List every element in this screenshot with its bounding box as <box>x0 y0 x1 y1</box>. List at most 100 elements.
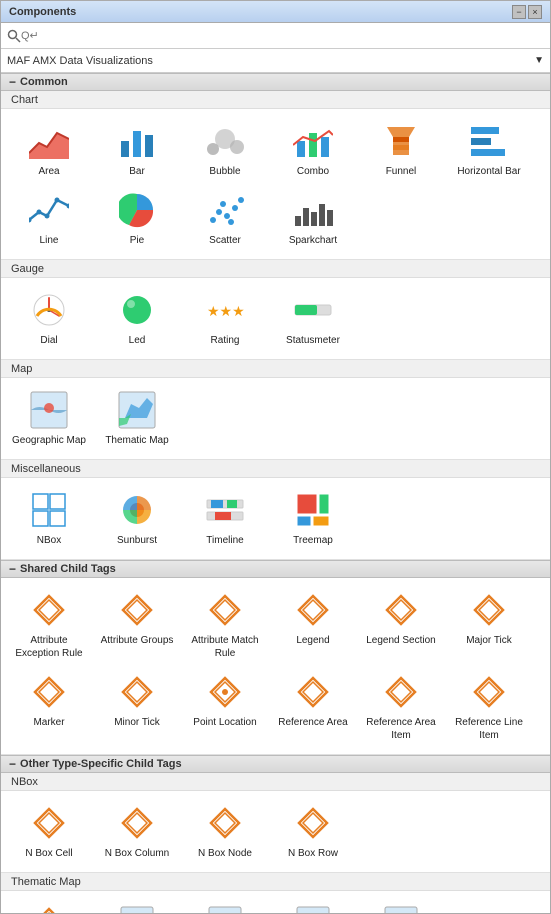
misc-grid: NBox Sunburst <box>1 478 550 560</box>
treemap-icon <box>293 490 333 530</box>
reference-area-item-icon <box>381 672 421 712</box>
dropdown-bar[interactable]: MAF AMX Data Visualizations ▼ <box>1 49 550 73</box>
item-area-data-layer[interactable]: Area Data Layer <box>93 897 181 913</box>
title-bar: Components − × <box>1 1 550 23</box>
item-dial[interactable]: Dial <box>5 284 93 353</box>
timeline-icon <box>205 490 245 530</box>
item-legend-section[interactable]: Legend Section <box>357 584 445 666</box>
item-combo[interactable]: Combo <box>269 115 357 184</box>
combo-icon <box>293 121 333 161</box>
attribute-match-rule-icon <box>205 590 245 630</box>
marker-label: Marker <box>33 716 64 729</box>
legend-icon <box>293 590 333 630</box>
attribute-exception-rule-label: Attribute Exception Rule <box>9 634 89 660</box>
pie-label: Pie <box>130 234 144 247</box>
nbox-icon <box>29 490 69 530</box>
area-location-icon <box>293 903 333 913</box>
area-data-layer-icon <box>117 903 157 913</box>
item-funnel[interactable]: Funnel <box>357 115 445 184</box>
geographic-map-icon <box>29 390 69 430</box>
item-geographic-map[interactable]: Geographic Map <box>5 384 93 453</box>
item-pie[interactable]: Pie <box>93 184 181 253</box>
attribute-match-rule-label: Attribute Match Rule <box>185 634 265 660</box>
item-n-box-column[interactable]: N Box Column <box>93 797 181 866</box>
treemap-label: Treemap <box>293 534 333 547</box>
sparkchart-label: Sparkchart <box>289 234 337 247</box>
rating-label: Rating <box>211 334 240 347</box>
item-horizontal-bar[interactable]: Horizontal Bar <box>445 115 533 184</box>
subsection-miscellaneous-label: Miscellaneous <box>11 463 81 475</box>
attribute-groups-label: Attribute Groups <box>101 634 174 647</box>
item-sunburst[interactable]: Sunburst <box>93 484 181 553</box>
item-nbox[interactable]: NBox <box>5 484 93 553</box>
item-legend[interactable]: Legend <box>269 584 357 666</box>
item-minor-tick[interactable]: Minor Tick <box>93 666 181 748</box>
item-attribute-exception-rule[interactable]: Attribute Exception Rule <box>5 584 93 666</box>
item-reference-area[interactable]: Reference Area <box>269 666 357 748</box>
item-n-box-node[interactable]: N Box Node <box>181 797 269 866</box>
thematic-map-icon <box>117 390 157 430</box>
section-shared-child-tags[interactable]: Shared Child Tags <box>1 560 550 578</box>
search-input[interactable] <box>21 30 544 42</box>
svg-text:★★★: ★★★ <box>207 303 245 319</box>
item-sparkchart[interactable]: Sparkchart <box>269 184 357 253</box>
item-treemap[interactable]: Treemap <box>269 484 357 553</box>
timeline-label: Timeline <box>206 534 243 547</box>
close-button[interactable]: × <box>528 5 542 19</box>
section-common[interactable]: Common <box>1 73 550 91</box>
area-layer-icon <box>205 903 245 913</box>
window-title: Components <box>9 6 76 18</box>
item-attribute-match-rule[interactable]: Attribute Match Rule <box>181 584 269 666</box>
dial-icon <box>29 290 69 330</box>
reference-line-item-icon <box>469 672 509 712</box>
item-rating[interactable]: ★★★ Rating <box>181 284 269 353</box>
item-line[interactable]: Line <box>5 184 93 253</box>
item-reference-line-item[interactable]: Reference Line Item <box>445 666 533 748</box>
horizontal-bar-icon <box>469 121 509 161</box>
item-n-box-cell[interactable]: N Box Cell <box>5 797 93 866</box>
line-icon <box>29 190 69 230</box>
minor-tick-label: Minor Tick <box>114 716 160 729</box>
legend-section-icon <box>381 590 421 630</box>
item-marker[interactable]: Marker <box>5 666 93 748</box>
bubble-icon <box>205 121 245 161</box>
item-n-box-row[interactable]: N Box Row <box>269 797 357 866</box>
area-icon <box>29 121 69 161</box>
subsection-nbox-sub: NBox <box>1 773 550 791</box>
item-major-tick[interactable]: Major Tick <box>445 584 533 666</box>
n-box-column-label: N Box Column <box>105 847 169 860</box>
item-area-location[interactable]: Area Location <box>269 897 357 913</box>
item-area-tm[interactable]: Area <box>5 897 93 913</box>
n-box-node-icon <box>205 803 245 843</box>
chart-grid: Area Bar <box>1 109 550 260</box>
statusmeter-label: Statusmeter <box>286 334 340 347</box>
minimize-button[interactable]: − <box>512 5 526 19</box>
reference-area-icon <box>293 672 333 712</box>
section-shared-label: Shared Child Tags <box>20 563 116 575</box>
item-area[interactable]: Area <box>5 115 93 184</box>
gauge-grid: Dial Led ★★★ Rating <box>1 278 550 360</box>
minor-tick-icon <box>117 672 157 712</box>
item-bubble[interactable]: Bubble <box>181 115 269 184</box>
item-led[interactable]: Led <box>93 284 181 353</box>
sunburst-label: Sunburst <box>117 534 157 547</box>
item-point-location[interactable]: Point Location <box>181 666 269 748</box>
item-thematic-map[interactable]: Thematic Map <box>93 384 181 453</box>
section-other-type-specific[interactable]: Other Type-Specific Child Tags <box>1 755 550 773</box>
item-scatter[interactable]: Scatter <box>181 184 269 253</box>
subsection-chart-label: Chart <box>11 94 38 106</box>
major-tick-label: Major Tick <box>466 634 512 647</box>
item-area-layer[interactable]: Area Layer <box>181 897 269 913</box>
item-bar[interactable]: Bar <box>93 115 181 184</box>
item-point-data-layer[interactable]: Point Data Layer <box>357 897 445 913</box>
marker-icon <box>29 672 69 712</box>
item-attribute-groups[interactable]: Attribute Groups <box>93 584 181 666</box>
horizontal-bar-label: Horizontal Bar <box>457 165 520 178</box>
item-timeline[interactable]: Timeline <box>181 484 269 553</box>
item-statusmeter[interactable]: Statusmeter <box>269 284 357 353</box>
reference-area-label: Reference Area <box>278 716 348 729</box>
subsection-map-label: Map <box>11 363 32 375</box>
legend-label: Legend <box>296 634 329 647</box>
legend-section-label: Legend Section <box>366 634 436 647</box>
item-reference-area-item[interactable]: Reference Area Item <box>357 666 445 748</box>
